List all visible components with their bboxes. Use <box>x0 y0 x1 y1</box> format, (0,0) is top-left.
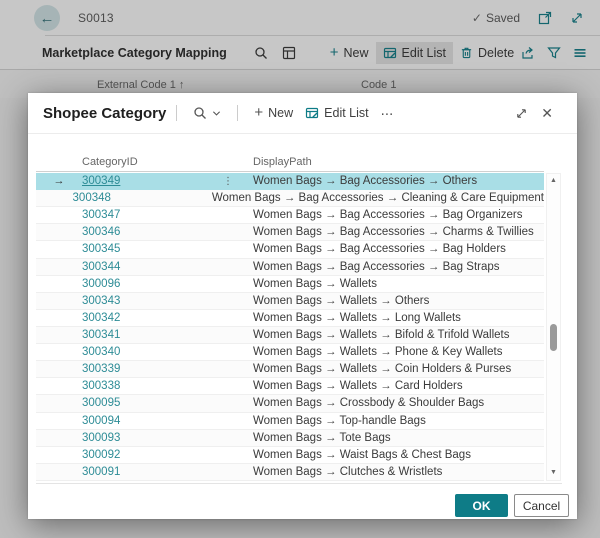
ellipsis-icon: ⋯ <box>381 106 394 121</box>
dialog-new-button[interactable]: + New <box>248 102 299 124</box>
edit-list-icon <box>305 106 319 120</box>
search-icon <box>193 106 207 120</box>
shopee-category-dialog: Shopee Category + New <box>28 93 577 519</box>
row-category-id-link[interactable]: 300338 <box>82 380 220 392</box>
row-category-id-link[interactable]: 300096 <box>82 278 220 290</box>
table-row[interactable]: → 300096 ⋮ Women Bags → Wallets <box>36 276 544 293</box>
scroll-up-icon[interactable]: ▲ <box>547 175 560 187</box>
row-category-id-link[interactable]: 300095 <box>82 397 220 409</box>
table-row[interactable]: → 300340 ⋮ Women Bags → Wallets → Phone … <box>36 344 544 361</box>
row-kebab-icon[interactable]: ⋮ <box>220 176 236 187</box>
row-display-path: Women Bags → Clutches & Wristlets <box>236 466 442 478</box>
table-row[interactable]: → 300349 ⋮ Women Bags → Bag Accessories … <box>36 173 544 190</box>
ok-button[interactable]: OK <box>455 494 508 517</box>
table-row[interactable]: → 300092 ⋮ Women Bags → Waist Bags & Che… <box>36 447 544 464</box>
table-row[interactable]: → 300338 ⋮ Women Bags → Wallets → Card H… <box>36 378 544 395</box>
row-category-id-link[interactable]: 300348 <box>73 192 183 204</box>
table-row[interactable]: → 300343 ⋮ Women Bags → Wallets → Others <box>36 293 544 310</box>
category-table-body: → 300349 ⋮ Women Bags → Bag Accessories … <box>36 173 544 481</box>
app-screen: ← S0013 ✓ Saved <box>0 0 600 538</box>
row-category-id-link[interactable]: 300340 <box>82 346 220 358</box>
chevron-down-icon <box>212 109 221 118</box>
row-display-path: Women Bags → Bag Accessories → Cleaning … <box>195 192 544 204</box>
dialog-title: Shopee Category <box>43 105 166 122</box>
row-display-path: Women Bags → Crossbody & Shoulder Bags <box>236 397 484 409</box>
row-category-id-link[interactable]: 300344 <box>82 261 220 273</box>
row-display-path: Women Bags → Bag Accessories → Bag Organ… <box>236 209 523 221</box>
row-display-path: Women Bags → Bag Accessories → Charms & … <box>236 226 534 238</box>
dialog-close-icon[interactable]: ✕ <box>541 106 553 120</box>
separator <box>176 105 177 121</box>
row-category-id-link[interactable]: 300345 <box>82 243 220 255</box>
table-row[interactable]: → 300342 ⋮ Women Bags → Wallets → Long W… <box>36 310 544 327</box>
row-display-path: Women Bags → Bag Accessories → Bag Strap… <box>236 261 500 273</box>
dialog-header-divider <box>28 133 577 134</box>
dialog-expand-icon[interactable] <box>515 107 528 120</box>
table-row[interactable]: → 300346 ⋮ Women Bags → Bag Accessories … <box>36 224 544 241</box>
row-display-path: Women Bags → Wallets → Phone & Key Walle… <box>236 346 502 358</box>
dialog-window-buttons: ✕ <box>515 106 577 120</box>
row-display-path: Women Bags → Wallets → Long Wallets <box>236 312 461 324</box>
selected-row-arrow-icon: → <box>36 175 82 187</box>
row-display-path: Women Bags → Top-handle Bags <box>236 415 426 427</box>
row-category-id-link[interactable]: 300094 <box>82 415 220 427</box>
column-category-id[interactable]: CategoryID <box>82 156 138 168</box>
table-row[interactable]: → 300339 ⋮ Women Bags → Wallets → Coin H… <box>36 361 544 378</box>
row-category-id-link[interactable]: 300339 <box>82 363 220 375</box>
table-row[interactable]: → 300345 ⋮ Women Bags → Bag Accessories … <box>36 241 544 258</box>
row-category-id-link[interactable]: 300343 <box>82 295 220 307</box>
row-display-path: Women Bags → Wallets → Coin Holders & Pu… <box>236 363 511 375</box>
column-display-path[interactable]: DisplayPath <box>253 156 312 168</box>
row-display-path: Women Bags → Wallets <box>236 278 377 290</box>
separator <box>237 105 238 121</box>
plus-icon: + <box>254 108 263 118</box>
dialog-more-options-button[interactable]: ⋯ <box>375 102 400 125</box>
row-display-path: Women Bags → Wallets → Card Holders <box>236 380 463 392</box>
table-row[interactable]: → 300341 ⋮ Women Bags → Wallets → Bifold… <box>36 327 544 344</box>
dialog-command-bar: Shopee Category + New <box>28 93 577 133</box>
row-category-id-link[interactable]: 300347 <box>82 209 220 221</box>
row-display-path: Women Bags → Waist Bags & Chest Bags <box>236 449 471 461</box>
table-row[interactable]: → 300093 ⋮ Women Bags → Tote Bags <box>36 430 544 447</box>
row-display-path: Women Bags → Tote Bags <box>236 432 391 444</box>
scrollbar-thumb[interactable] <box>550 324 557 351</box>
row-display-path: Women Bags → Wallets → Bifold & Trifold … <box>236 329 510 341</box>
row-category-id-link[interactable]: 300342 <box>82 312 220 324</box>
row-category-id-link[interactable]: 300341 <box>82 329 220 341</box>
row-category-id-link[interactable]: 300093 <box>82 432 220 444</box>
category-table-header: CategoryID DisplayPath <box>36 154 544 172</box>
dialog-footer-divider <box>36 483 562 484</box>
scroll-down-icon[interactable]: ▼ <box>547 467 560 479</box>
row-display-path: Women Bags → Wallets → Others <box>236 295 429 307</box>
cancel-button[interactable]: Cancel <box>514 494 569 517</box>
table-row[interactable]: → 300347 ⋮ Women Bags → Bag Accessories … <box>36 207 544 224</box>
row-category-id-link[interactable]: 300349 <box>82 175 220 187</box>
row-category-id-link[interactable]: 300091 <box>82 466 220 478</box>
dialog-edit-list-button[interactable]: Edit List <box>299 102 374 124</box>
table-row[interactable]: → 300344 ⋮ Women Bags → Bag Accessories … <box>36 259 544 276</box>
dialog-search-button[interactable] <box>187 102 227 124</box>
table-row[interactable]: → 300091 ⋮ Women Bags → Clutches & Wrist… <box>36 464 544 481</box>
row-display-path: Women Bags → Bag Accessories → Others <box>236 175 477 187</box>
table-row[interactable]: → 300095 ⋮ Women Bags → Crossbody & Shou… <box>36 395 544 412</box>
row-display-path: Women Bags → Bag Accessories → Bag Holde… <box>236 243 506 255</box>
row-category-id-link[interactable]: 300346 <box>82 226 220 238</box>
dialog-scrollbar[interactable]: ▲ ▼ <box>546 173 561 481</box>
table-row[interactable]: → 300348 ⋮ Women Bags → Bag Accessories … <box>36 190 544 207</box>
row-category-id-link[interactable]: 300092 <box>82 449 220 461</box>
table-row[interactable]: → 300094 ⋮ Women Bags → Top-handle Bags <box>36 413 544 430</box>
